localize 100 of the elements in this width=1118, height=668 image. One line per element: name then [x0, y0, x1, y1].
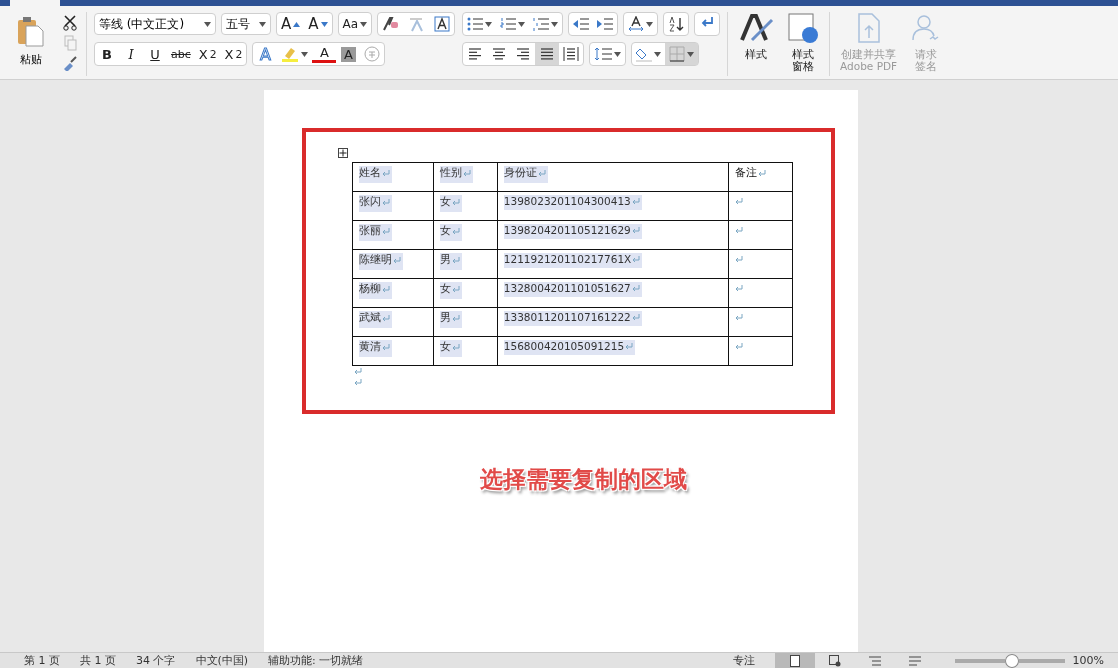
align-right-icon [515, 47, 532, 61]
paragraph-mark-icon [463, 169, 472, 177]
table-cell: 1328004201101051627 [497, 278, 729, 308]
font-color-button[interactable]: A [312, 45, 337, 63]
zoom-level: 100% [1072, 654, 1104, 667]
outline-icon [868, 654, 881, 667]
caret-icon[interactable] [360, 21, 368, 27]
page-icon [788, 654, 801, 667]
paragraph-mark-icon [735, 285, 744, 292]
scissors-icon [62, 15, 78, 31]
paragraph-mark-icon [452, 314, 461, 322]
bold-button[interactable]: B [95, 43, 119, 65]
paragraph-mark-icon [735, 343, 744, 350]
bullet-list-icon [467, 17, 484, 31]
brush-letter-icon [738, 12, 775, 44]
header-cell: 备注 [728, 162, 793, 192]
down-triangle-icon [320, 21, 328, 27]
circled-character-icon [364, 46, 381, 62]
styles-pane-button[interactable]: 样式窗格 [784, 12, 823, 73]
paragraph-mark-icon [631, 284, 640, 292]
align-center-icon [491, 47, 508, 61]
caret-icon[interactable] [646, 21, 654, 27]
paragraph-mark-icon [735, 198, 744, 205]
status-text: 34 个字 [136, 653, 176, 668]
italic-button[interactable]: I [119, 43, 143, 65]
caret-icon[interactable] [551, 21, 559, 27]
paragraph-mark-icon [631, 313, 640, 321]
cut-button[interactable] [61, 14, 79, 32]
zoom-slider-thumb[interactable] [1005, 653, 1020, 668]
caret-icon[interactable] [654, 51, 662, 57]
table-cell: 陈继明 [352, 249, 434, 279]
align-justify-icon [539, 47, 556, 61]
change-case-button[interactable]: Aa [338, 13, 372, 35]
grow-font-button[interactable]: A [277, 13, 305, 35]
caret-icon[interactable] [614, 51, 622, 57]
header-cell: 姓名 [352, 162, 434, 192]
strikethrough-button[interactable]: abc [167, 43, 195, 65]
paragraph-mark-icon [382, 169, 390, 177]
table-cell: 1398023201104300413 [497, 191, 729, 221]
paragraph-mark-icon [452, 198, 461, 206]
table-cell: 黄清 [352, 336, 434, 366]
caret-icon[interactable] [485, 21, 493, 27]
header-cell: 身份证 [497, 162, 729, 192]
view-button[interactable] [774, 653, 815, 668]
paint-bucket-icon [636, 46, 653, 62]
align-left-icon [467, 47, 484, 61]
table-cell: 1338011201107161222 [497, 307, 729, 337]
styles-button[interactable]: 样式 [735, 12, 778, 61]
table-cell: 女 [433, 220, 498, 250]
table-cell: 156800420105091215 [497, 336, 729, 366]
paragraph-mark-icon [354, 379, 362, 386]
font-size-field[interactable]: 五号 [221, 13, 271, 35]
status-text: 共 1 页 [80, 653, 116, 668]
focus-button[interactable]: 专注 [732, 653, 755, 668]
paragraph-mark-icon [452, 285, 461, 293]
paragraph-mark-icon [382, 314, 390, 322]
table-cell: 女 [433, 278, 498, 308]
paste-button[interactable]: 粘贴 [8, 12, 54, 71]
caret-icon[interactable] [687, 51, 695, 57]
status-text: 第 1 页 [24, 653, 60, 668]
caret-icon[interactable] [301, 51, 309, 57]
character-shading-button[interactable]: A [336, 43, 361, 65]
status-text: 中文(中国) [195, 653, 249, 668]
paragraph-mark-icon [631, 197, 640, 205]
paragraph-mark-icon [452, 343, 461, 351]
paragraph-mark-icon [393, 256, 401, 264]
table-cell: 张丽 [352, 220, 434, 250]
copy-icon [62, 35, 78, 51]
web-page-icon [828, 654, 841, 667]
font-name-field[interactable]: 等线 (中文正文) [94, 13, 216, 35]
align-distributed-icon [563, 47, 580, 61]
caret-icon[interactable] [259, 21, 266, 27]
shrink-font-button[interactable]: A [304, 13, 332, 35]
paragraph-mark-icon [452, 227, 461, 235]
multilevel-list-icon [533, 17, 550, 31]
table-move-handle-icon[interactable] [338, 148, 348, 158]
paragraph-mark-icon [735, 314, 744, 321]
clipboard-icon [16, 16, 46, 48]
letter-arrows-icon [628, 16, 645, 32]
sort-icon [668, 16, 685, 32]
table-cell: 杨柳 [352, 278, 434, 308]
highlighter-icon [281, 46, 300, 62]
paintbrush-icon [62, 55, 78, 71]
caret-icon[interactable] [518, 21, 526, 27]
caret-icon[interactable] [204, 21, 211, 27]
underline-button[interactable]: U [143, 43, 167, 65]
borders-button[interactable] [665, 43, 699, 65]
borders-icon [669, 46, 686, 62]
line-spacing-icon [594, 47, 613, 61]
up-triangle-icon [293, 21, 301, 27]
paragraph-mark-icon [452, 256, 461, 264]
paragraph-mark-icon [735, 227, 744, 234]
boxed-letter-icon [434, 16, 451, 32]
paragraph-mark-icon [758, 169, 767, 177]
decrease-indent-icon [573, 17, 590, 31]
align-button[interactable] [535, 43, 560, 65]
increase-indent-icon [597, 17, 614, 31]
paragraph-mark-icon [382, 198, 390, 206]
styles-pane-icon [787, 12, 820, 44]
status-text: 辅助功能: 一切就绪 [268, 653, 364, 668]
